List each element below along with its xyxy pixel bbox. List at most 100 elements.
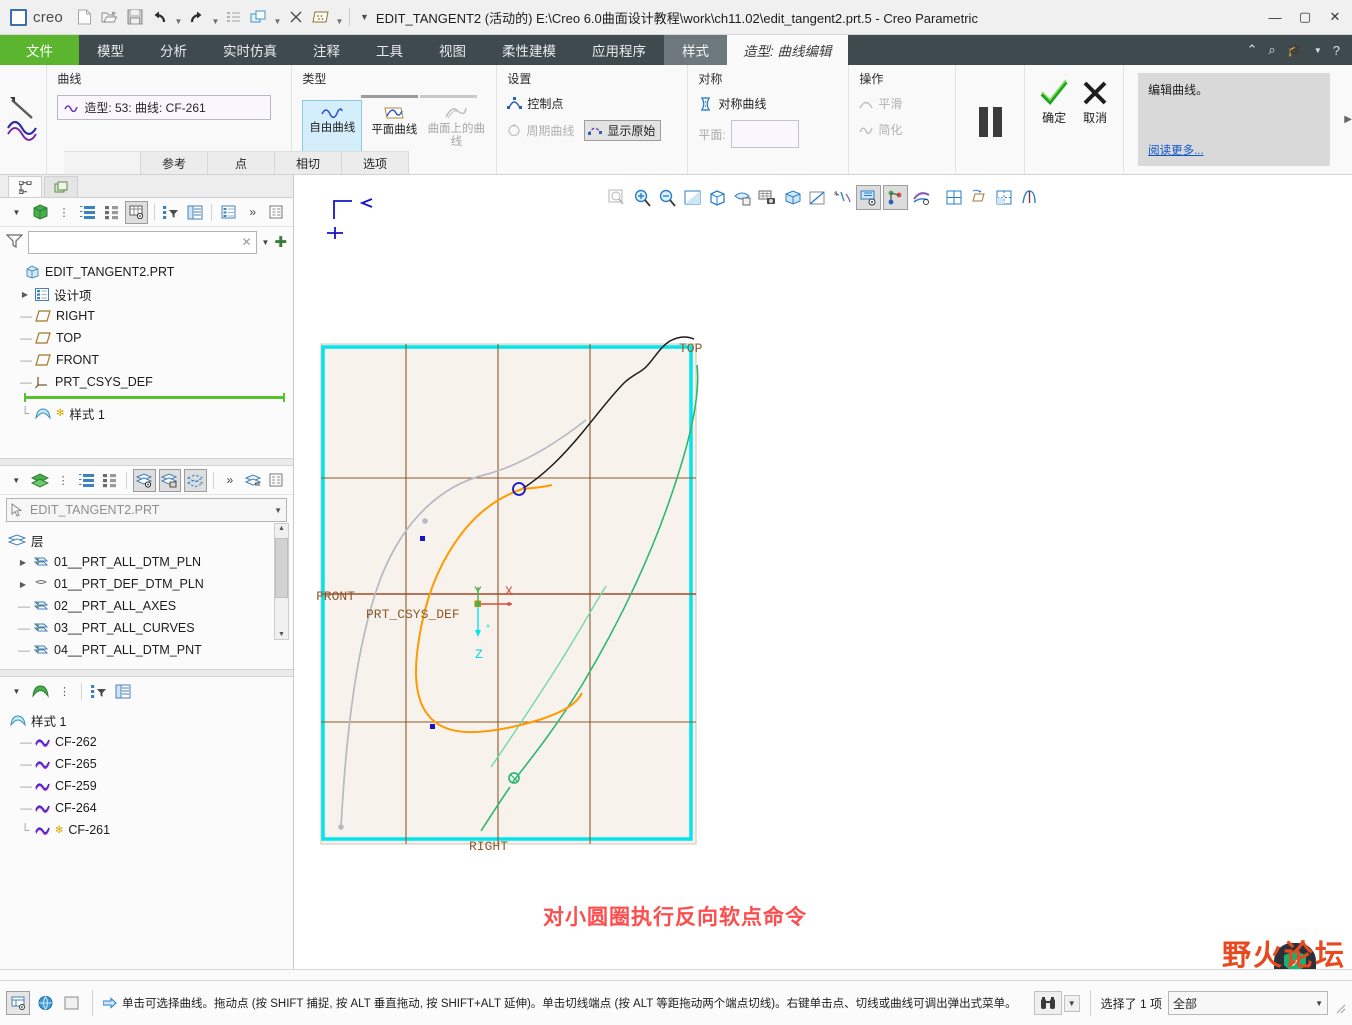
style-icon[interactable] — [30, 681, 51, 702]
display-style-icon[interactable] — [125, 200, 148, 224]
open-icon[interactable] — [98, 5, 122, 29]
model-tree-toolbar[interactable]: ▼ ⋮ » — [0, 198, 293, 227]
clear-icon[interactable]: ✕ — [241, 235, 251, 249]
tab-file[interactable]: 文件 — [0, 35, 79, 65]
insert-indicator[interactable] — [24, 393, 285, 402]
collapse-icon[interactable]: ▼ — [6, 470, 26, 491]
close-window-icon[interactable] — [284, 5, 308, 29]
list-icon[interactable] — [77, 202, 98, 223]
ribbon-right-controls[interactable]: ⌃ ⌕ 🎓 ▼ ? — [1246, 35, 1352, 65]
layer-item-4[interactable]: — 04__PRT_ALL_DTM_PNT — [8, 639, 293, 661]
list-icon[interactable] — [76, 470, 96, 491]
title-dropdown-icon[interactable]: ▼ — [360, 12, 369, 22]
ok-button[interactable]: 确定 — [1039, 79, 1069, 126]
add-icon[interactable]: ✚ — [274, 233, 287, 251]
more-arrows-icon[interactable]: » — [242, 202, 263, 223]
navigator-tabs[interactable] — [0, 175, 293, 198]
layer-tree-scrollbar[interactable]: ▲ ▼ — [274, 523, 289, 640]
redo-dropdown-icon[interactable]: ▼ — [210, 2, 221, 33]
selection-filter[interactable]: 全部 ▼ — [1168, 991, 1328, 1015]
tree-columns-menu-icon[interactable] — [266, 202, 287, 223]
close-button[interactable]: ✕ — [1320, 2, 1350, 32]
more-icon[interactable]: ⋮ — [53, 470, 73, 491]
scrollbar-thumb[interactable] — [275, 538, 288, 598]
grid-icon[interactable] — [309, 5, 333, 29]
tab-style[interactable]: 样式 — [664, 35, 727, 65]
layer-item-0[interactable]: ▶ 01__PRT_ALL_DTM_PLN — [8, 551, 293, 573]
navigator-tab-model-tree[interactable] — [8, 176, 42, 197]
tree-columns-icon[interactable] — [112, 681, 133, 702]
layers-icon[interactable] — [29, 470, 49, 491]
collapse-ribbon-icon[interactable]: ⌃ — [1246, 42, 1257, 58]
quick-access-toolbar[interactable]: ▼ ▼ ▼ ▼ — [73, 2, 345, 33]
binoculars-icon[interactable] — [1033, 991, 1062, 1015]
maximize-button[interactable]: ▢ — [1290, 2, 1320, 32]
style-curve-1[interactable]: — CF-265 — [10, 753, 293, 775]
tree-node-front[interactable]: — FRONT — [10, 349, 293, 371]
style-curve-0[interactable]: — CF-262 — [10, 731, 293, 753]
new-icon[interactable] — [73, 5, 97, 29]
settings-icon[interactable] — [266, 470, 286, 491]
layer-select-icon[interactable] — [184, 468, 207, 492]
curve-selection-field[interactable]: 造型: 53: 曲线: CF-261 — [57, 95, 272, 120]
filter-icon[interactable] — [88, 681, 109, 702]
chevron-down-icon[interactable]: ▼ — [1314, 46, 1322, 55]
style-tree[interactable]: 样式 1 — CF-262 — CF-265 — CF-259 — CF-264 — [0, 705, 293, 841]
layer-hide-icon[interactable] — [158, 468, 182, 492]
expand-arrow-icon[interactable]: ▶ — [18, 558, 28, 567]
collapse-icon[interactable]: ▼ — [6, 202, 27, 223]
filter-dropdown-icon[interactable]: ▼ — [262, 238, 270, 247]
model-tree-filter-row[interactable]: ✕ ▼ ✚ — [0, 227, 293, 257]
graphics-viewport[interactable]: x TOP FRONT RIGHT PRT_CSYS_DEF Y X Z 对小圆… — [294, 175, 1352, 981]
subtab-points[interactable]: 点 — [208, 152, 275, 174]
scroll-down-icon[interactable]: ▼ — [278, 630, 285, 639]
find-tool[interactable]: ▼ — [1033, 991, 1080, 1015]
style-curve-4[interactable]: └ ✻ CF-261 — [10, 819, 293, 841]
tab-analysis[interactable]: 分析 — [142, 35, 205, 65]
save-icon[interactable] — [123, 5, 147, 29]
layer-display-icon[interactable] — [133, 468, 156, 492]
tree-columns-icon[interactable] — [100, 470, 120, 491]
tree-node-design-items[interactable]: ▶ 设计项 — [10, 283, 293, 305]
tree-node-style[interactable]: └ ✻ 样式 1 — [10, 402, 293, 424]
tree-node-right[interactable]: — RIGHT — [10, 305, 293, 327]
layer-item-1[interactable]: ▶ 01__PRT_DEF_DTM_PLN — [8, 573, 293, 595]
search-icon[interactable]: ⌕ — [1268, 42, 1275, 58]
pause-button[interactable] — [956, 65, 1026, 174]
type-free-curve-button[interactable]: 自由曲线 — [302, 100, 363, 154]
more-arrows-icon[interactable]: » — [220, 470, 240, 491]
status-bar-right[interactable]: ▼ 选择了 1 项 全部 ▼ — [1033, 990, 1346, 1016]
model-tree[interactable]: EDIT_TANGENT2.PRT ▶ 设计项 — RIGHT — TOP — … — [0, 257, 293, 424]
scroll-up-icon[interactable]: ▲ — [278, 524, 285, 533]
subtab-tangency[interactable]: 相切 — [275, 152, 342, 174]
tree-node-csys[interactable]: — PRT_CSYS_DEF — [10, 371, 293, 393]
symmetric-curve-option[interactable]: 对称曲线 — [698, 95, 838, 112]
control-points-option[interactable]: 控制点 — [507, 95, 677, 112]
style-curve-3[interactable]: — CF-264 — [10, 797, 293, 819]
ribbon-expand-icon[interactable]: ▶ — [1340, 114, 1352, 125]
chevron-down-icon[interactable]: ▼ — [274, 506, 282, 515]
status-bar-icons[interactable] — [6, 991, 82, 1015]
expand-arrow-icon[interactable]: ▶ — [18, 580, 28, 589]
undo-dropdown-icon[interactable]: ▼ — [173, 2, 184, 33]
resize-grip[interactable] — [1334, 1002, 1346, 1014]
more-icon[interactable]: ⋮ — [54, 681, 75, 702]
tab-live-simulation[interactable]: 实时仿真 — [205, 35, 295, 65]
subtab-options[interactable]: 选项 — [342, 152, 409, 174]
layer-tree-toolbar[interactable]: ▼ ⋮ » — [0, 466, 293, 495]
subtab-references[interactable]: 参考 — [141, 152, 208, 174]
navigator-tab-layers[interactable] — [44, 176, 78, 197]
tab-annotation[interactable]: 注释 — [295, 35, 358, 65]
tree-node-part[interactable]: EDIT_TANGENT2.PRT — [10, 261, 293, 283]
layer-item-3[interactable]: — 03__PRT_ALL_CURVES — [8, 617, 293, 639]
tab-tools[interactable]: 工具 — [358, 35, 421, 65]
tab-flexible-modeling[interactable]: 柔性建模 — [484, 35, 574, 65]
help-read-more-link[interactable]: 阅读更多... — [1148, 142, 1320, 158]
collapse-icon[interactable]: ▼ — [6, 681, 27, 702]
window-controls[interactable]: — ▢ ✕ — [1260, 2, 1350, 32]
cancel-button[interactable]: 取消 — [1081, 79, 1109, 126]
layer-root[interactable]: 层 — [8, 529, 293, 551]
layer-item-2[interactable]: — 02__PRT_ALL_AXES — [8, 595, 293, 617]
minimize-button[interactable]: — — [1260, 2, 1290, 32]
style-curve-2[interactable]: — CF-259 — [10, 775, 293, 797]
